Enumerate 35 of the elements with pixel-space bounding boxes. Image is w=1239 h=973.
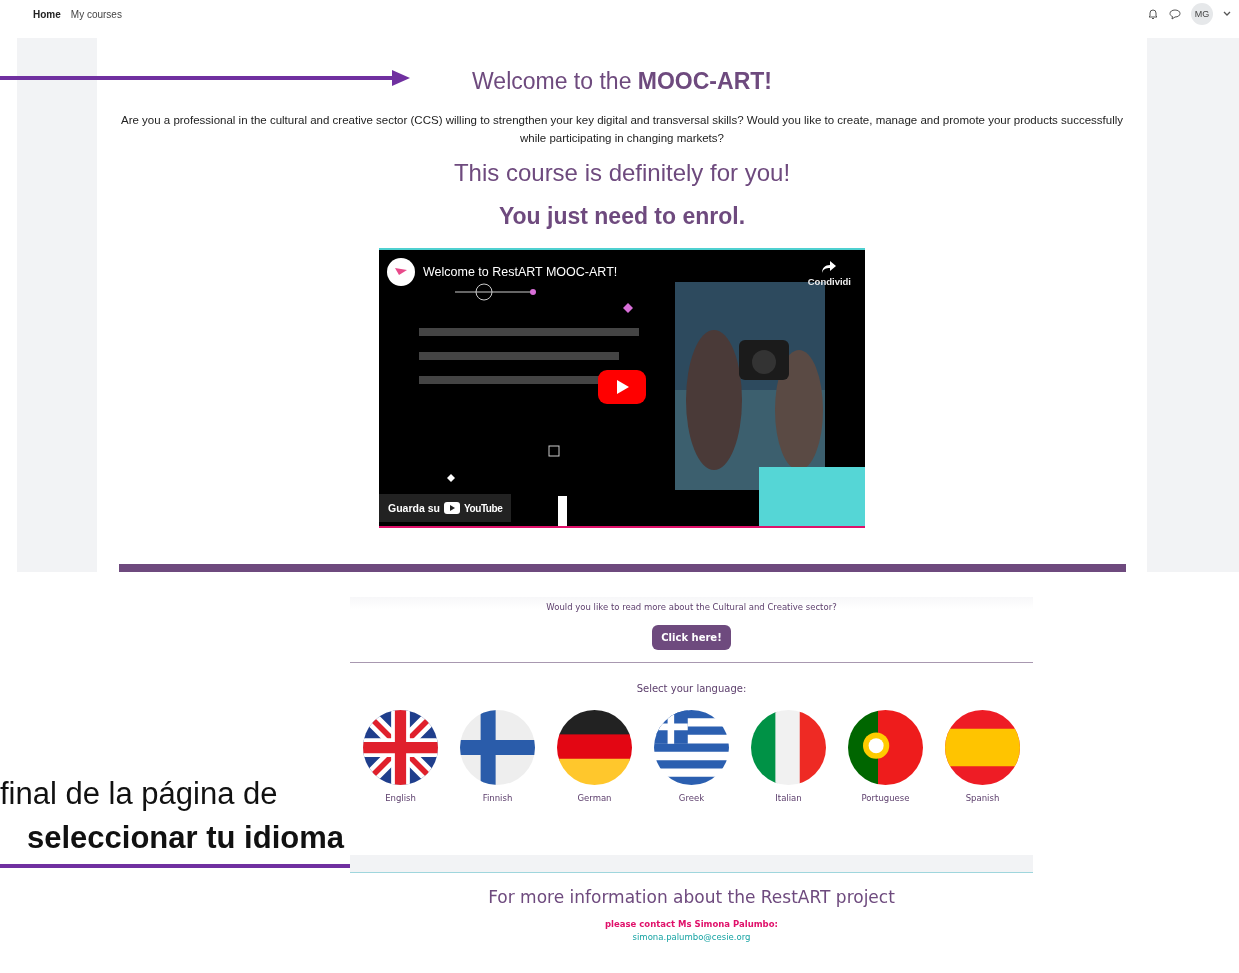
- language-label[interactable]: German: [577, 793, 612, 803]
- annotation-text: final de la página de: [0, 775, 278, 813]
- language-label[interactable]: Spanish: [965, 793, 1000, 803]
- play-button[interactable]: [598, 370, 646, 404]
- page-title: Welcome to the MOOC-ART!: [472, 68, 772, 95]
- caret-icon[interactable]: [1223, 11, 1231, 17]
- language-label[interactable]: Portuguese: [861, 793, 910, 803]
- nav-link[interactable]: My courses: [70, 8, 122, 20]
- share-icon: [821, 260, 838, 274]
- nav-link[interactable]: Home: [33, 8, 61, 20]
- flag-icon[interactable]: [557, 710, 632, 785]
- channel-logo-icon[interactable]: [387, 258, 415, 286]
- footer-heading: For more information about the RestART project: [488, 887, 895, 907]
- language-label[interactable]: English: [385, 793, 416, 803]
- play-logo-icon: [443, 502, 460, 514]
- user-avatar[interactable]: MG: [1191, 3, 1213, 25]
- language-prompt: Select your language:: [636, 683, 747, 694]
- click-here-button[interactable]: Click here!: [652, 625, 731, 650]
- language-label[interactable]: Greek: [678, 793, 705, 803]
- annotation-text: seleccionar tu idioma: [27, 819, 346, 857]
- flag-icon[interactable]: [654, 710, 729, 785]
- video-player[interactable]: Welcome to RestART MOOC-ART! Condividi Guarda su YouTube: [379, 248, 865, 528]
- share-button[interactable]: Condividi: [807, 260, 851, 287]
- tagline: This course is definitely for you!: [453, 159, 791, 187]
- intro-paragraph: Are you a professional in the cultural and creative sector (CCS) willing to strengthen your key digital and transversal skills? Would you like to create, manage and promote your products successfully while participating in changing markets?: [119, 113, 1125, 146]
- call-to-action: You just need to enrol.: [498, 203, 746, 230]
- chat-icon[interactable]: [1169, 8, 1181, 20]
- language-label[interactable]: Italian: [775, 793, 802, 803]
- language-label[interactable]: Finnish: [482, 793, 513, 803]
- contact-text: please contact Ms Simona Palumbo:: [605, 919, 778, 929]
- question-text: Would you like to read more about the Cultural and Creative sector?: [546, 602, 837, 612]
- flag-icon[interactable]: [848, 710, 923, 785]
- video-title[interactable]: Welcome to RestART MOOC-ART!: [423, 265, 618, 279]
- watch-on-youtube-button[interactable]: Guarda su YouTube: [379, 494, 512, 522]
- bell-icon[interactable]: [1147, 8, 1159, 20]
